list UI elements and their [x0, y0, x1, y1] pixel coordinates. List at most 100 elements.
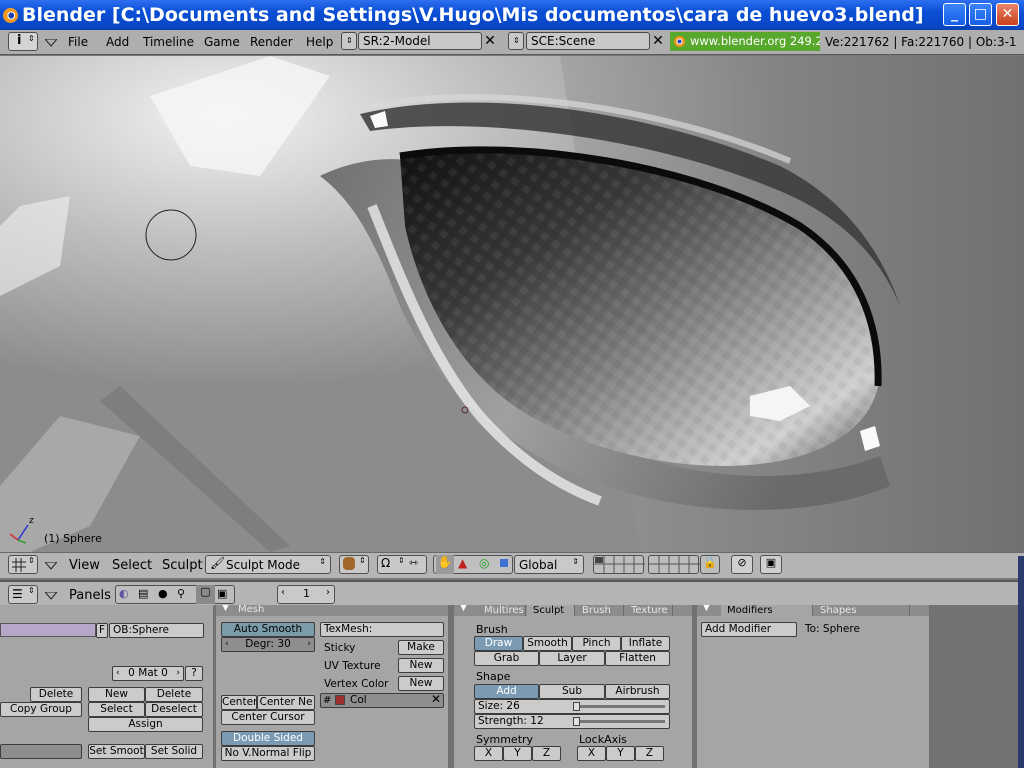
hand-manipulator-icon[interactable]: ✋	[436, 555, 454, 574]
sculpted-mesh-render[interactable]	[0, 56, 1024, 552]
shape-add-button[interactable]: Add	[474, 684, 539, 699]
material-assign-button[interactable]: Assign	[88, 717, 203, 732]
tab-multires[interactable]: Multires	[478, 605, 526, 616]
window-type-selector[interactable]: i ⇕	[8, 32, 38, 51]
auto-smooth-toggle[interactable]: Auto Smooth	[221, 622, 315, 637]
scale-icon[interactable]	[500, 559, 508, 567]
tab-modifiers[interactable]: Modifiers	[721, 605, 813, 616]
collapse-triangle-icon[interactable]: ▼	[460, 605, 467, 613]
brush-strength-slider[interactable]: Strength: 12	[474, 714, 670, 729]
shape-sub-button[interactable]: Sub	[539, 684, 605, 699]
menu-game[interactable]: Game	[204, 35, 240, 49]
delete-screen-icon[interactable]: ✕	[482, 32, 498, 50]
close-button[interactable]: ✕	[996, 3, 1019, 26]
scene-context-icon[interactable]: ▣	[217, 587, 227, 600]
mode-selector[interactable]: 🖌 Sculpt Mode ⇕	[205, 555, 331, 574]
arrow-right-icon[interactable]: ›	[326, 587, 330, 598]
translate-icon[interactable]: ▲	[458, 556, 467, 570]
layer-buttons-1[interactable]	[593, 555, 645, 574]
frame-number-field[interactable]: ‹ 1 ›	[277, 585, 335, 604]
brush-size-knob[interactable]	[573, 702, 580, 711]
menu-add[interactable]: Add	[106, 35, 129, 49]
shading-context-icon[interactable]: ●	[158, 587, 168, 600]
lockaxis-y-toggle[interactable]: Y	[606, 746, 635, 761]
editing-context-icon[interactable]: ▢	[196, 585, 215, 604]
brush-size-slider[interactable]: Size: 26	[474, 699, 670, 714]
symmetry-x-toggle[interactable]: X	[474, 746, 503, 761]
window-type-selector[interactable]: ☰ ⇕	[8, 585, 38, 604]
copy-group-button[interactable]: Copy Group	[0, 702, 82, 717]
tab-brush[interactable]: Brush	[576, 605, 624, 616]
uv-texture-new-button[interactable]: New	[398, 658, 444, 673]
brush-inflate-button[interactable]: Inflate	[621, 636, 670, 651]
orientation-selector[interactable]: Global ⇕	[514, 555, 584, 574]
maximize-button[interactable]: □	[969, 3, 992, 26]
vgroup-weight-slider[interactable]	[0, 744, 82, 759]
brush-flatten-button[interactable]: Flatten	[605, 651, 670, 666]
symmetry-y-toggle[interactable]: Y	[503, 746, 532, 761]
screen-browse-button[interactable]: ⇕	[341, 32, 357, 50]
logic-context-icon[interactable]: ◐	[119, 587, 129, 600]
script-context-icon[interactable]: ▤	[138, 587, 148, 600]
set-solid-button[interactable]: Set Solid	[145, 744, 203, 759]
center-cursor-button[interactable]: Center Cursor	[221, 710, 315, 725]
vertex-color-new-button[interactable]: New	[398, 676, 444, 691]
menu-help[interactable]: Help	[306, 35, 333, 49]
material-delete-button[interactable]: Delete	[145, 687, 203, 702]
minimize-button[interactable]: _	[943, 3, 966, 26]
collapse-triangle-icon[interactable]: ▼	[222, 605, 229, 613]
tab-sculpt[interactable]: Sculpt	[527, 605, 575, 616]
tab-shapes[interactable]: Shapes	[814, 605, 910, 616]
add-modifier-button[interactable]: Add Modifier	[701, 622, 797, 637]
mesh-panel-header[interactable]: ▼ Mesh	[216, 605, 448, 616]
brush-draw-button[interactable]: Draw	[474, 636, 523, 651]
menu-sculpt[interactable]: Sculpt	[162, 558, 203, 573]
draw-type-selector[interactable]: ⇕	[339, 555, 369, 574]
menu-timeline[interactable]: Timeline	[143, 35, 194, 49]
3d-viewport[interactable]: z (1) Sphere	[0, 56, 1024, 552]
window-type-selector[interactable]: ⇕	[8, 555, 38, 574]
material-index-field[interactable]: ‹ 0 Mat 0 ›	[112, 666, 184, 681]
collapse-menu-triangle-icon[interactable]	[45, 592, 57, 600]
layer-buttons-2[interactable]	[648, 555, 700, 574]
material-help-button[interactable]: ?	[185, 666, 203, 681]
lock-icon[interactable]: 🔒	[700, 555, 720, 574]
material-select-button[interactable]: Select	[88, 702, 145, 717]
scene-browse-button[interactable]: ⇕	[508, 32, 524, 50]
menu-file[interactable]: File	[68, 35, 88, 49]
collapse-menu-triangle-icon[interactable]	[45, 562, 57, 570]
lockaxis-x-toggle[interactable]: X	[577, 746, 606, 761]
blender-website-label[interactable]: www.blender.org 249.2	[670, 32, 820, 51]
brush-smooth-button[interactable]: Smooth	[523, 636, 572, 651]
object-context-icon[interactable]: ⚲	[177, 587, 185, 600]
center-button[interactable]: Center	[221, 695, 257, 710]
vertex-color-layer-row[interactable]: # Col ✕	[320, 693, 444, 708]
arrow-left-icon[interactable]: ‹	[281, 587, 285, 598]
manipulator-group[interactable]: ✋ ▲ ◎	[433, 555, 513, 574]
pivot-and-snap-group[interactable]: Ω ⇕ ⇿	[377, 555, 427, 574]
context-buttons-group[interactable]: ◐ ▤ ● ⚲ ▢ ▣	[115, 585, 235, 604]
menu-view[interactable]: View	[69, 558, 100, 573]
collapse-menu-triangle-icon[interactable]	[45, 39, 57, 47]
normal-flip-toggle[interactable]: No V.Normal Flip	[221, 746, 315, 761]
lockaxis-z-toggle[interactable]: Z	[635, 746, 664, 761]
link-view-icon[interactable]: ⊘	[731, 555, 753, 574]
center-new-button[interactable]: Center Ne	[257, 695, 315, 710]
brush-layer-button[interactable]: Layer	[539, 651, 605, 666]
fake-user-button[interactable]: F	[96, 623, 108, 638]
brush-strength-knob[interactable]	[573, 717, 580, 726]
screen-name-field[interactable]: SR:2-Model	[358, 32, 482, 50]
set-smooth-button[interactable]: Set Smoot	[88, 744, 145, 759]
texmesh-field[interactable]: TexMesh:	[320, 622, 444, 637]
tab-texture[interactable]: Texture	[625, 605, 673, 616]
render-preview-icon[interactable]: ▣	[760, 555, 782, 574]
degree-slider[interactable]: ‹ Degr: 30 ›	[221, 637, 315, 652]
collapse-triangle-icon[interactable]: ▼	[703, 605, 710, 613]
sticky-make-button[interactable]: Make	[398, 640, 444, 655]
delete-scene-icon[interactable]: ✕	[650, 32, 666, 50]
rotate-icon[interactable]: ◎	[479, 556, 489, 570]
vgroup-delete-button[interactable]: Delete	[30, 687, 82, 702]
brush-grab-button[interactable]: Grab	[474, 651, 539, 666]
object-name-field[interactable]: OB:Sphere	[109, 623, 204, 638]
material-deselect-button[interactable]: Deselect	[145, 702, 203, 717]
